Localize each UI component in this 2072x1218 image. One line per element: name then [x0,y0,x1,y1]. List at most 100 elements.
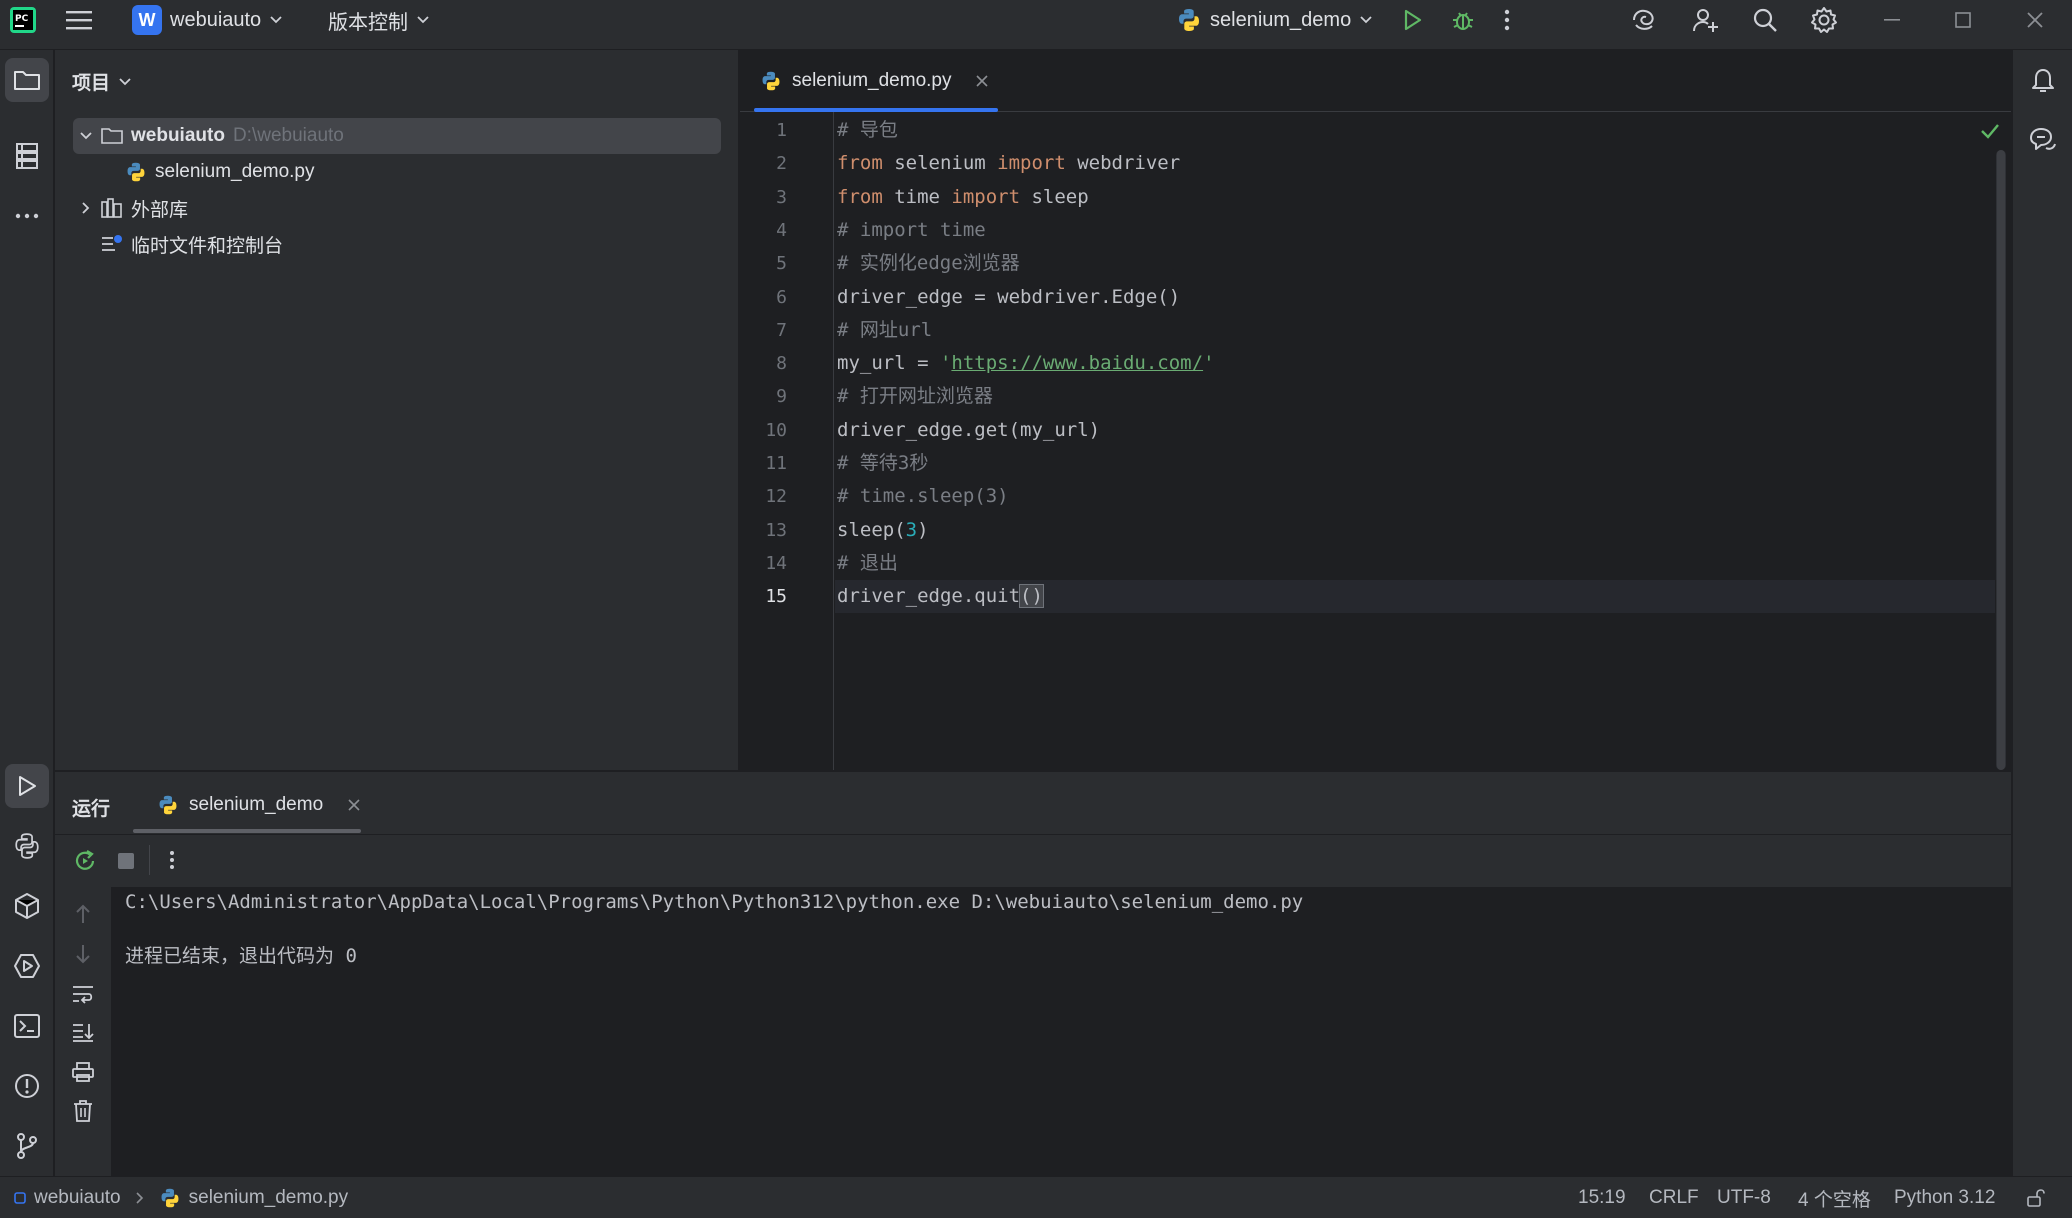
status-project: webuiauto [34,1187,121,1208]
vcs-menu[interactable]: 版本控制 [328,0,430,40]
editor-area: selenium_demo.py 1 2 3 4 5 6 7 8 9 10 11 12 13 14 15 #… [740,50,2011,770]
python-icon [159,795,177,815]
editor-tab[interactable]: selenium_demo.py [754,50,998,112]
ai-chat-icon [2030,128,2056,150]
pycharm-logo-icon[interactable]: PC [10,0,36,40]
console-output[interactable]: C:\Users\Administrator\AppData\Local\Pro… [111,887,2011,1177]
run-tab[interactable]: selenium_demo [153,782,365,828]
tree-item-scratches[interactable]: 临时文件和控制台 [73,226,721,262]
python-packages-button[interactable] [5,884,49,928]
tree-item-file[interactable]: selenium_demo.py [73,154,721,190]
debug-button[interactable] [1450,0,1476,40]
code-token: # 网址url [837,318,933,341]
services-icon [14,954,40,978]
editor-scrollbar[interactable] [1996,150,2006,770]
soft-wrap-icon[interactable] [71,983,95,1005]
maximize-icon[interactable] [1955,0,1971,40]
status-line-separator[interactable]: CRLF [1649,1177,1699,1218]
run-side-toolbar [55,887,111,1177]
close-tab-icon[interactable] [347,798,361,812]
arrow-up-icon[interactable] [74,903,92,925]
code-token: # 退出 [837,551,898,574]
ai-chat-button[interactable] [2021,118,2065,162]
ai-assistant-icon[interactable] [1630,0,1658,40]
run-config-selector[interactable]: selenium_demo [1176,0,1373,40]
terminal-button[interactable] [5,1004,49,1048]
project-selector[interactable]: W webuiauto [132,0,283,40]
run-button[interactable] [1400,0,1424,40]
trash-icon[interactable] [72,1099,94,1123]
code-token: driver_edge = webdriver.Edge() [837,285,1181,308]
scroll-to-end-icon[interactable] [71,1021,95,1043]
search-icon[interactable] [1752,0,1778,40]
run-toolbar [55,834,2011,887]
run-tool-button[interactable] [5,764,49,808]
status-breadcrumb[interactable]: webuiauto selenium_demo.py [14,1177,348,1218]
code-token: () [1019,584,1044,609]
notifications-button[interactable] [2021,58,2065,102]
more-tools-icon[interactable] [5,194,49,238]
project-name: webuiauto [170,8,262,31]
chevron-down-icon[interactable] [79,131,93,141]
tree-item-root[interactable]: webuiauto D:\webuiauto [73,118,721,154]
status-encoding[interactable]: UTF-8 [1717,1177,1771,1218]
code-token: driver_edge.get(my_url) [837,418,1101,441]
python-file-icon [762,71,780,91]
stop-icon[interactable] [117,852,135,870]
more-actions-icon[interactable] [1504,0,1510,40]
editor-tab-bar: selenium_demo.py [740,50,2011,112]
code-line: from selenium import webdriver [837,147,1180,180]
chevron-down-icon [417,16,429,24]
git-branch-icon [17,1133,37,1159]
structure-tool-button[interactable] [5,134,49,178]
code-line: # 网址url [837,314,932,347]
code-line: # 退出 [837,547,898,580]
more-actions-icon[interactable] [169,850,175,870]
lock-icon[interactable] [2026,1177,2046,1218]
project-panel-header[interactable]: 项目 [72,68,132,95]
arrow-down-icon[interactable] [74,943,92,965]
status-indent[interactable]: 4 个空格 [1798,1177,1871,1218]
chevron-down-icon [119,77,131,85]
code-area[interactable]: # 导包 from selenium import webdriver from t… [740,112,1995,770]
code-line: # 导包 [837,114,898,147]
git-button[interactable] [5,1124,49,1168]
editor-scrollbar-thumb[interactable] [1997,150,2005,770]
print-icon[interactable] [71,1061,95,1083]
python-file-icon [161,1188,179,1208]
code-token: sleep( [837,518,906,541]
chevron-down-icon [1360,16,1372,24]
main-menu-icon[interactable] [66,0,92,40]
chevron-right-icon[interactable] [79,201,93,215]
add-user-icon[interactable] [1692,0,1720,40]
python-console-button[interactable] [5,824,49,868]
code-token: ) [917,518,929,541]
code-token: from [837,185,883,208]
tree-item-external-libs[interactable]: 外部库 [73,190,721,226]
services-button[interactable] [5,944,49,988]
settings-gear-icon[interactable] [1810,0,1838,40]
close-window-icon[interactable] [2026,0,2044,40]
scratches-label: 临时文件和控制台 [131,235,284,257]
minimize-icon[interactable] [1884,0,1902,40]
rerun-icon[interactable] [73,849,97,873]
folder-icon [101,128,123,144]
run-tab-indicator [133,829,361,833]
play-icon [1404,9,1422,31]
editor-tab-label: selenium_demo.py [792,70,952,91]
problems-icon [15,1074,39,1098]
inspection-ok-icon[interactable] [1980,122,2000,140]
folder-icon [14,71,40,90]
run-tab-label: selenium_demo [189,794,324,815]
status-interpreter[interactable]: Python 3.12 [1894,1177,1995,1218]
structure-icon [16,143,38,169]
status-caret-position[interactable]: 15:19 [1578,1177,1626,1218]
code-line: # 打开网址浏览器 [837,380,993,413]
python-console-icon [15,833,39,859]
close-tab-icon[interactable] [975,74,989,88]
code-token: # 打开网址浏览器 [837,385,993,408]
problems-button[interactable] [5,1064,49,1108]
project-tool-button[interactable] [5,58,49,102]
right-tool-strip [2012,50,2072,1176]
code-line: # import time [837,214,986,247]
